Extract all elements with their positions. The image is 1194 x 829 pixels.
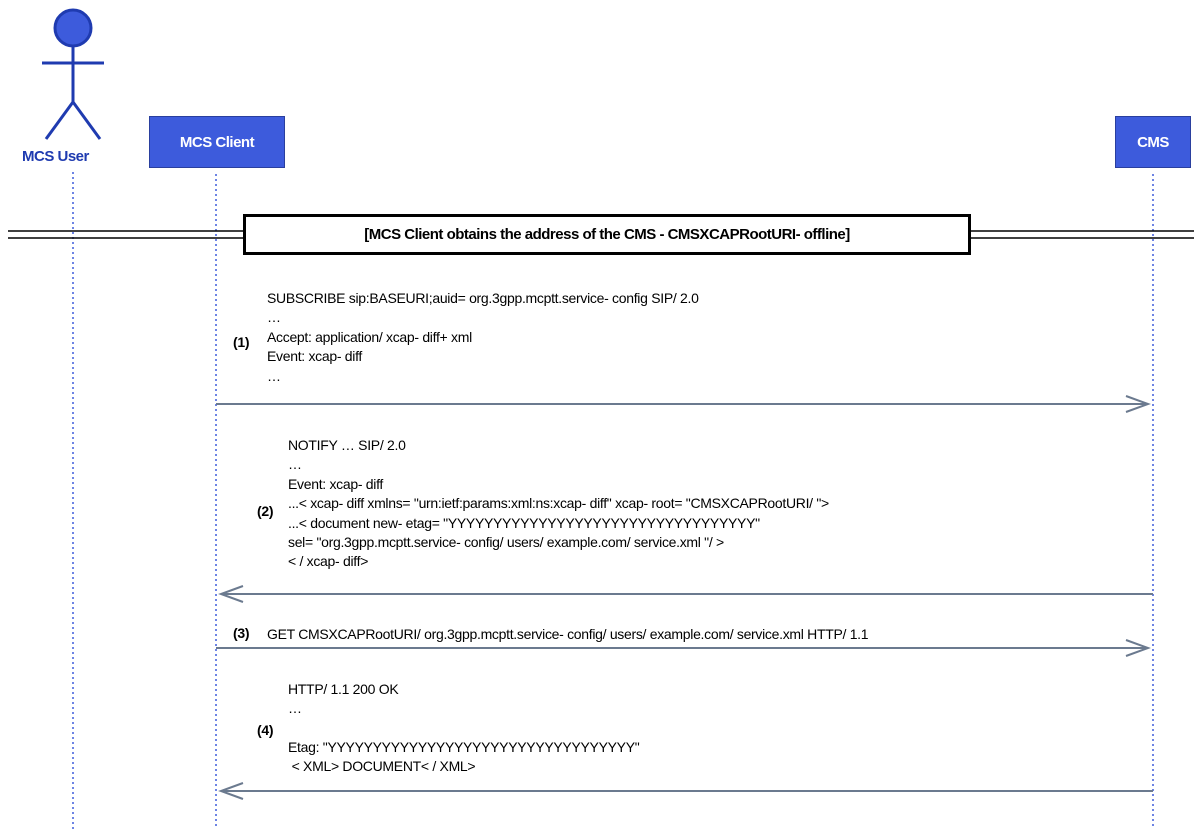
message-4-arrow (218, 782, 1153, 800)
message-2-text: NOTIFY … SIP/ 2.0 … Event: xcap- diff ...< … (288, 436, 829, 572)
message-1-line: … (267, 309, 281, 326)
message-4-line (288, 719, 639, 738)
message-1-line: SUBSCRIBE sip:BASEURI;auid= org.3gpp.mcp… (267, 290, 699, 306)
message-4-line: … (288, 700, 302, 717)
message-4-line: < XML> DOCUMENT< / XML> (288, 758, 476, 775)
message-2-number: (2) (257, 503, 274, 519)
message-1-line: … (267, 367, 281, 384)
message-3-line: GET CMSXCAPRootURI/ org.3gpp.mcptt.servi… (267, 626, 869, 642)
message-1-arrow (216, 395, 1151, 413)
message-1-line: Accept: application/ xcap- diff+ xml (267, 328, 472, 345)
message-4-text: HTTP/ 1.1 200 OK … Etag: "YYYYYYYYYYYYYYYY… (288, 680, 640, 777)
message-1-line: Event: xcap- diff (267, 348, 363, 365)
cms-box: CMS (1115, 116, 1191, 168)
frame-label: [MCS Client obtains the address of the C… (243, 214, 971, 255)
message-1-number: (1) (233, 334, 250, 350)
message-2-line: < / xcap- diff> (288, 553, 369, 570)
message-2-arrow (218, 585, 1153, 603)
mcs-user-label: MCS User (22, 148, 89, 165)
message-2-line: sel= "org.3gpp.mcptt.service- config/ us… (288, 534, 724, 551)
mcs-user-actor-figure (42, 8, 104, 140)
message-4-line: HTTP/ 1.1 200 OK (288, 681, 399, 697)
message-2-line: Event: xcap- diff (288, 475, 384, 492)
message-1-text: SUBSCRIBE sip:BASEURI;auid= org.3gpp.mcp… (267, 289, 699, 386)
mcs-client-box: MCS Client (149, 116, 285, 168)
message-4-number: (4) (257, 722, 274, 738)
message-3-number: (3) (233, 625, 250, 641)
message-2-line: ...< document new- etag= "YYYYYYYYYYYYYY… (288, 514, 760, 531)
message-2-line: ...< xcap- diff xmlns= "urn:ietf:params:… (288, 495, 829, 512)
message-2-line: … (288, 456, 302, 473)
message-3-text: GET CMSXCAPRootURI/ org.3gpp.mcptt.servi… (267, 625, 869, 644)
message-2-line: NOTIFY … SIP/ 2.0 (288, 437, 406, 453)
message-4-line: Etag: "YYYYYYYYYYYYYYYYYYYYYYYYYYYYYYYYY… (288, 738, 640, 755)
